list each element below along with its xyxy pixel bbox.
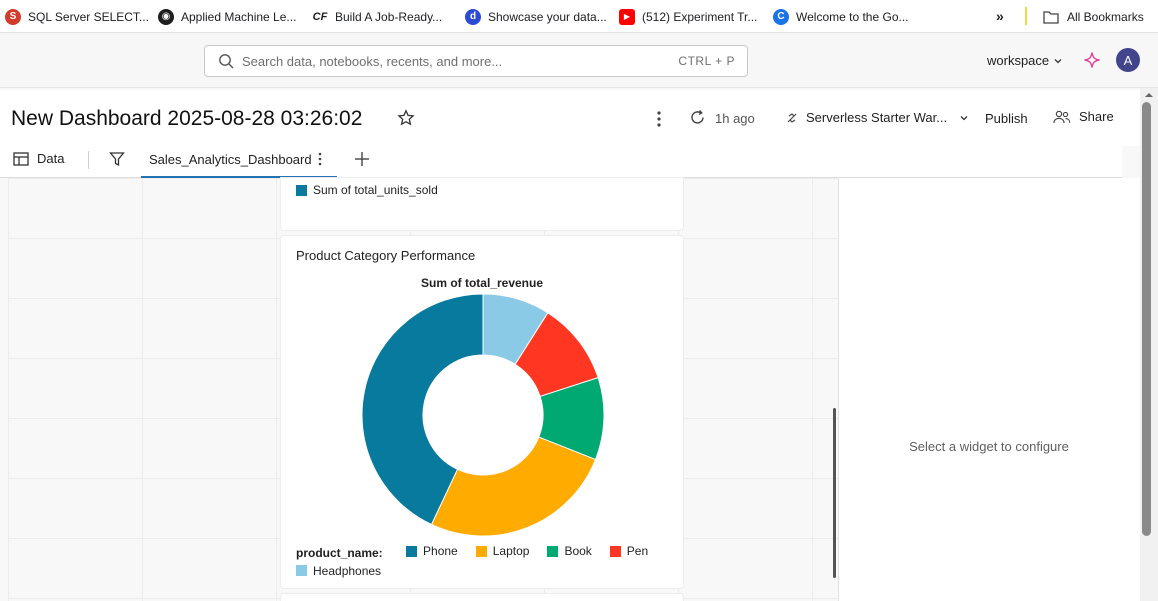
tabs-divider [88, 151, 89, 169]
next-widget[interactable] [281, 594, 683, 601]
search-box[interactable]: Search data, notebooks, recents, and mor… [204, 45, 748, 77]
dashboard-title-bar: New Dashboard 2025-08-28 03:26:02 1h ago… [0, 90, 1140, 146]
legend-label: Pen [626, 544, 649, 558]
table-icon [13, 151, 29, 166]
tab-data-label: Data [37, 151, 65, 166]
bookmark-sql-server[interactable]: S SQL Server SELECT... [5, 0, 149, 33]
page-title[interactable]: New Dashboard 2025-08-28 03:26:02 [11, 107, 362, 131]
warehouse-label: Serverless Starter War... [806, 110, 948, 125]
bookmarks-bar: S SQL Server SELECT... ◉ Applied Machine… [0, 0, 1158, 33]
config-panel: Select a widget to configure [838, 178, 1140, 601]
legend-swatch [296, 184, 307, 196]
bookmark-label: Build A Job-Ready... [335, 9, 443, 24]
legend-item-book[interactable]: Book [547, 542, 592, 560]
folder-icon [1043, 10, 1059, 24]
tab-sales-analytics-dashboard[interactable]: Sales_Analytics_Dashboard [141, 146, 337, 178]
bookmark-applied-ml[interactable]: ◉ Applied Machine Le... [158, 0, 296, 33]
legend-item: Sum of total_units_sold [296, 183, 438, 197]
workspace-switcher[interactable]: workspace [987, 53, 1063, 68]
cf-favicon-icon: CF [312, 10, 328, 23]
app-header: Search data, notebooks, recents, and mor… [0, 34, 1158, 88]
share-button[interactable]: Share [1053, 109, 1114, 124]
legend-swatch [547, 545, 559, 557]
legend-label: Sum of total_units_sold [313, 183, 438, 197]
legend-swatch [296, 565, 307, 576]
star-icon[interactable] [397, 109, 415, 127]
bookmark-welcome[interactable]: C Welcome to the Go... [773, 0, 909, 33]
more-options-icon[interactable] [656, 110, 662, 128]
add-tab-icon[interactable] [353, 150, 371, 168]
empty-config-message: Select a widget to configure [909, 439, 1069, 454]
search-shortcut: CTRL + P [678, 54, 735, 68]
units-sold-widget[interactable]: Sum of total_units_sold [281, 178, 683, 230]
legend-item-laptop[interactable]: Laptop [475, 542, 530, 560]
all-bookmarks-label: All Bookmarks [1067, 9, 1144, 24]
bookmark-youtube[interactable]: ▶ (512) Experiment Tr... [619, 0, 757, 33]
sqlserver-favicon-icon: S [5, 8, 21, 25]
legend-title: product_name: [296, 545, 383, 560]
warehouse-selector[interactable]: Serverless Starter War... [786, 110, 969, 125]
tab-label: Sales_Analytics_Dashboard [149, 152, 312, 167]
bookmark-label: Welcome to the Go... [796, 9, 909, 24]
product-category-widget[interactable]: Product Category Performance Sum of tota… [281, 236, 683, 588]
bookmark-showcase[interactable]: d Showcase your data... [465, 0, 607, 33]
youtube-favicon-icon: ▶ [619, 8, 635, 25]
legend-item-headphones[interactable]: Headphones [296, 562, 381, 580]
chevron-down-icon [960, 115, 968, 120]
search-input[interactable]: Search data, notebooks, recents, and mor… [242, 54, 502, 69]
legend-label: Phone [423, 544, 458, 558]
search-icon [219, 54, 234, 69]
chevron-down-icon [1054, 58, 1062, 63]
legend-item-pen[interactable]: Pen [609, 542, 649, 560]
workspace-label: workspace [987, 53, 1050, 68]
publish-button[interactable]: Publish [985, 111, 1028, 126]
legend-label: Laptop [492, 544, 530, 558]
panel-resize-handle[interactable] [833, 408, 836, 578]
refresh-icon[interactable] [689, 109, 706, 126]
filter-icon[interactable] [109, 151, 125, 167]
legend-label: Book [564, 544, 592, 558]
serverless-icon [787, 112, 797, 123]
dashboard-tabs: Data Sales_Analytics_Dashboard [0, 146, 1122, 178]
last-refreshed: 1h ago [715, 111, 755, 126]
legend-item-phone[interactable]: Phone [406, 542, 458, 560]
bookmark-build-job[interactable]: CF Build A Job-Ready... [312, 0, 443, 33]
share-label: Share [1079, 109, 1114, 124]
scroll-up-icon[interactable] [1141, 90, 1157, 100]
bookmark-label: Applied Machine Le... [181, 9, 297, 24]
tab-menu-icon[interactable] [317, 151, 323, 167]
d-favicon-icon: d [465, 8, 481, 25]
people-icon [1053, 110, 1071, 123]
bookmarks-divider [1025, 7, 1027, 25]
legend-label: Headphones [313, 563, 382, 578]
bookmark-label: SQL Server SELECT... [28, 9, 149, 24]
all-bookmarks-button[interactable]: All Bookmarks [1043, 0, 1144, 33]
avatar[interactable]: A [1116, 48, 1140, 72]
bookmark-label: Showcase your data... [488, 9, 607, 24]
c-favicon-icon: C [773, 8, 789, 25]
globe-favicon-icon: ◉ [158, 8, 174, 25]
assistant-sparkle-icon[interactable] [1083, 51, 1101, 69]
slice-laptop[interactable] [430, 436, 597, 536]
donut-chart[interactable] [281, 236, 683, 536]
legend-swatch [475, 545, 487, 557]
chart-legend: product_name: Phone Laptop Book Pen Headphon… [296, 542, 676, 581]
scrollbar-thumb[interactable] [1142, 102, 1151, 536]
legend-swatch [609, 545, 621, 557]
bookmarks-overflow-button[interactable]: » [996, 8, 1004, 24]
legend-swatch [406, 545, 418, 557]
bookmark-label: (512) Experiment Tr... [642, 9, 758, 24]
tab-data[interactable]: Data [13, 151, 64, 166]
